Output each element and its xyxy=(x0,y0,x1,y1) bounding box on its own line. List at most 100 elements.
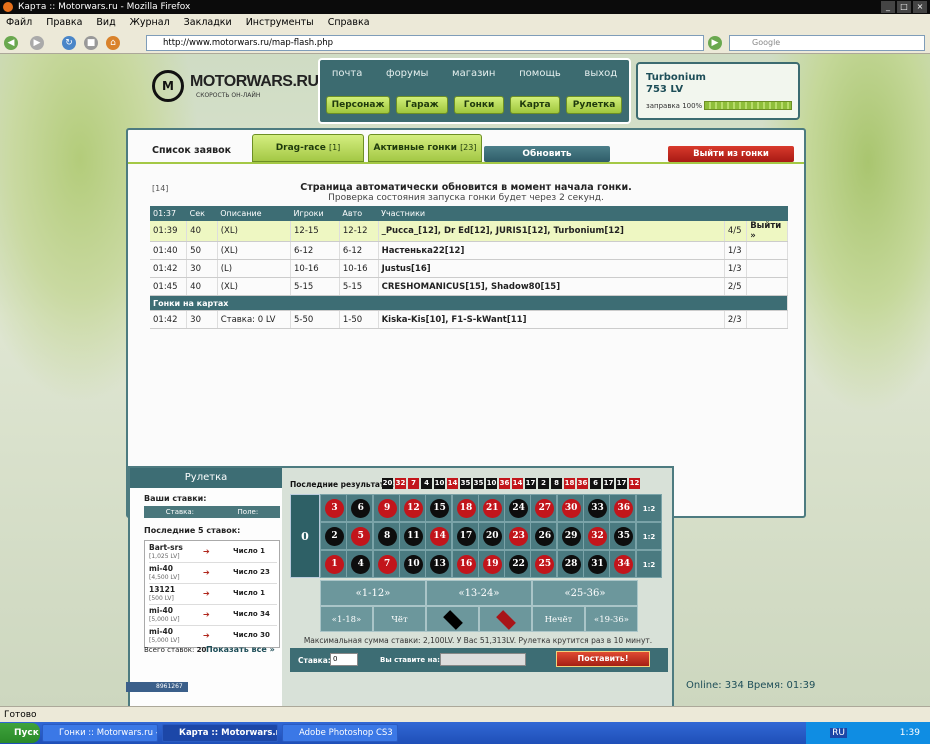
character-button[interactable]: Персонаж xyxy=(326,96,390,114)
number-cell[interactable]: 10 xyxy=(398,550,426,578)
leave-race-link[interactable]: Выйти » xyxy=(746,221,788,242)
number-cell[interactable]: 21 xyxy=(477,494,505,522)
number-cell[interactable]: 14 xyxy=(425,522,453,550)
table-row[interactable]: 01:42 30 (L) 10-16 10-16 Justus[16] 1/3 xyxy=(150,259,788,278)
nav-mail[interactable]: почта xyxy=(332,68,363,79)
menu-bookmarks[interactable]: Закладки xyxy=(184,14,232,32)
cell-members[interactable]: Justus[16] xyxy=(378,259,725,278)
bet-black[interactable] xyxy=(426,606,479,632)
search-input[interactable]: Google xyxy=(729,35,925,51)
bettor-name[interactable]: 13121 xyxy=(149,585,175,594)
number-cell[interactable]: 23 xyxy=(504,522,532,550)
zero-cell[interactable]: 0 xyxy=(290,494,320,578)
maximize-button[interactable]: □ xyxy=(897,1,911,13)
number-cell[interactable]: 8 xyxy=(372,522,400,550)
minimize-button[interactable]: _ xyxy=(881,1,895,13)
number-cell[interactable]: 24 xyxy=(504,494,532,522)
number-cell[interactable]: 33 xyxy=(583,494,610,522)
taskbar-item-races[interactable]: Гонки :: Motorwars.ru - ... xyxy=(42,724,158,742)
number-cell[interactable]: 5 xyxy=(346,522,374,550)
cell-members[interactable]: Настенька22[12] xyxy=(378,241,725,260)
table-row[interactable]: 01:40 50 (XL) 6-12 6-12 Настенька22[12] … xyxy=(150,241,788,260)
stake-input[interactable]: 0 xyxy=(330,653,358,666)
number-cell[interactable]: 27 xyxy=(530,494,558,522)
tab-active-races[interactable]: Активные гонки [23] xyxy=(368,134,482,162)
show-all-link[interactable]: Показать все » xyxy=(206,645,275,654)
menu-tools[interactable]: Инструменты xyxy=(246,14,314,32)
bettor-name[interactable]: mi-40 xyxy=(149,564,173,573)
menu-view[interactable]: Вид xyxy=(96,14,115,32)
address-bar[interactable]: http://www.motorwars.ru/map-flash.php xyxy=(146,35,704,51)
taskbar-item-photoshop[interactable]: Adobe Photoshop CS3 xyxy=(282,724,398,742)
exit-race-button[interactable]: Выйти из гонки xyxy=(668,146,794,162)
menu-edit[interactable]: Правка xyxy=(46,14,82,32)
bet-on-field[interactable] xyxy=(440,653,526,666)
number-cell[interactable]: 13 xyxy=(425,550,453,578)
number-cell[interactable]: 16 xyxy=(451,550,479,578)
dozen-25-36[interactable]: «25-36» xyxy=(532,580,638,606)
site-logo[interactable]: M MOTORWARS.RU СКОРОСТЬ ОН-ЛАЙН xyxy=(152,70,319,106)
reload-icon[interactable]: ↻ xyxy=(62,36,76,50)
menu-help[interactable]: Справка xyxy=(328,14,370,32)
number-cell[interactable]: 1 xyxy=(320,550,347,578)
bet-even[interactable]: Чёт xyxy=(373,606,426,632)
number-cell[interactable]: 11 xyxy=(398,522,426,550)
table-row[interactable]: 01:39 40 (XL) 12-15 12-12 _Pucca_[12], D… xyxy=(150,221,788,242)
nav-logout[interactable]: выход xyxy=(584,68,617,79)
column-bet[interactable]: 1:2 xyxy=(636,550,662,578)
user-name[interactable]: Turbonium xyxy=(646,72,706,83)
number-cell[interactable]: 15 xyxy=(425,494,453,522)
number-cell[interactable]: 18 xyxy=(451,494,479,522)
dozen-1-12[interactable]: «1-12» xyxy=(320,580,426,606)
bet-low[interactable]: «1-18» xyxy=(320,606,373,632)
number-cell[interactable]: 2 xyxy=(320,522,347,550)
home-icon[interactable]: ⌂ xyxy=(106,36,120,50)
roulette-button[interactable]: Рулетка xyxy=(566,96,622,114)
column-bet[interactable]: 1:2 xyxy=(636,494,662,522)
taskbar-item-map[interactable]: Карта :: Motorwars.ru ... xyxy=(162,724,278,742)
bettor-name[interactable]: mi-40 xyxy=(149,627,173,636)
number-cell[interactable]: 31 xyxy=(583,550,610,578)
tab-drag-race[interactable]: Drag-race [1] xyxy=(252,134,364,162)
number-cell[interactable]: 19 xyxy=(477,550,505,578)
number-cell[interactable]: 17 xyxy=(451,522,479,550)
start-button[interactable]: Пуск xyxy=(0,723,40,743)
bettor-name[interactable]: mi-40 xyxy=(149,606,173,615)
refresh-button[interactable]: Обновить xyxy=(484,146,610,162)
column-bet[interactable]: 1:2 xyxy=(636,522,662,550)
nav-help[interactable]: помощь xyxy=(519,68,561,79)
garage-button[interactable]: Гараж xyxy=(396,96,448,114)
bet-red[interactable] xyxy=(479,606,532,632)
nav-forums[interactable]: форумы xyxy=(386,68,428,79)
menu-file[interactable]: Файл xyxy=(6,14,32,32)
language-indicator[interactable]: RU xyxy=(830,728,847,738)
number-cell[interactable]: 20 xyxy=(477,522,505,550)
close-button[interactable]: × xyxy=(913,1,927,13)
dozen-13-24[interactable]: «13-24» xyxy=(426,580,532,606)
number-cell[interactable]: 7 xyxy=(372,550,400,578)
forward-icon[interactable]: ▶ xyxy=(30,36,44,50)
number-cell[interactable]: 4 xyxy=(346,550,374,578)
nav-shop[interactable]: магазин xyxy=(452,68,495,79)
back-icon[interactable]: ◀ xyxy=(4,36,18,50)
number-cell[interactable]: 35 xyxy=(609,522,637,550)
number-cell[interactable]: 9 xyxy=(372,494,400,522)
number-cell[interactable]: 34 xyxy=(609,550,637,578)
tab-request-list[interactable]: Список заявок [14] xyxy=(130,132,250,193)
table-row[interactable]: 01:42 30 Ставка: 0 LV 5-50 1-50 Kiska-Ki… xyxy=(150,310,788,329)
number-cell[interactable]: 32 xyxy=(583,522,610,550)
stop-icon[interactable]: ■ xyxy=(84,36,98,50)
number-cell[interactable]: 36 xyxy=(609,494,637,522)
bet-high[interactable]: «19-36» xyxy=(585,606,638,632)
races-button[interactable]: Гонки xyxy=(454,96,504,114)
number-cell[interactable]: 29 xyxy=(556,522,584,550)
number-cell[interactable]: 22 xyxy=(504,550,532,578)
map-button[interactable]: Карта xyxy=(510,96,560,114)
table-row[interactable]: 01:45 40 (XL) 5-15 5-15 CRESHOMANICUS[15… xyxy=(150,277,788,296)
menu-history[interactable]: Журнал xyxy=(130,14,170,32)
number-cell[interactable]: 3 xyxy=(320,494,347,522)
cell-members[interactable]: CRESHOMANICUS[15], Shadow80[15] xyxy=(378,277,725,296)
cell-members[interactable]: Kiska-Kis[10], F1-S-kWant[11] xyxy=(378,310,725,329)
number-cell[interactable]: 25 xyxy=(530,550,558,578)
number-cell[interactable]: 12 xyxy=(398,494,426,522)
